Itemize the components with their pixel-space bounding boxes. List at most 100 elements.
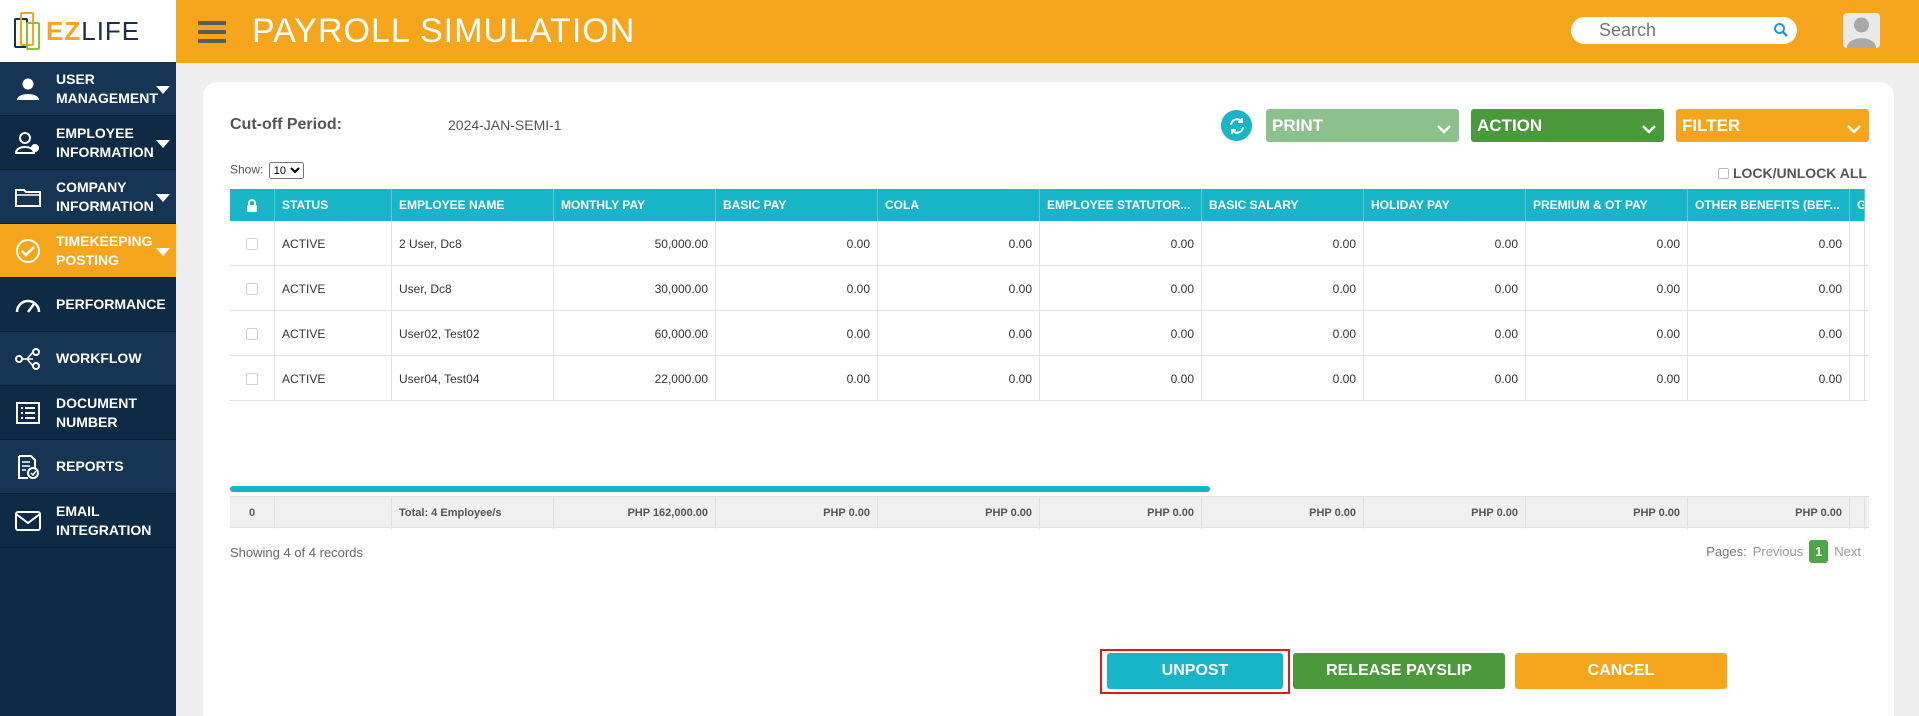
column-header[interactable]: EMPLOYEE STATUTOR...: [1040, 189, 1202, 221]
sidebar-item-company-information[interactable]: COMPANY INFORMATION: [0, 170, 176, 224]
employee-icon: [0, 131, 56, 154]
column-header[interactable]: OTHER BENEFITS (BEF...: [1688, 189, 1850, 221]
footer-total: PHP 0.00: [1526, 497, 1688, 529]
lock-unlock-label: LOCK/UNLOCK ALL: [1732, 165, 1867, 181]
premium-ot-cell: 0.00: [1526, 356, 1688, 401]
footer-total: PHP 0.00: [1688, 497, 1850, 529]
horizontal-scrollbar[interactable]: [230, 486, 1210, 492]
print-dropdown[interactable]: PRINT: [1266, 109, 1459, 142]
print-label: PRINT: [1272, 116, 1323, 135]
employee-name-link[interactable]: 2 User, Dc8: [392, 221, 554, 266]
cancel-button[interactable]: CANCEL: [1515, 653, 1727, 689]
status-link[interactable]: ACTIVE: [275, 356, 392, 401]
lock-unlock-all[interactable]: LOCK/UNLOCK ALL: [1717, 165, 1867, 181]
sidebar-item-employee-information[interactable]: EMPLOYEE INFORMATION: [0, 116, 176, 170]
basic-salary-cell: 0.00: [1202, 356, 1364, 401]
search-icon[interactable]: [1773, 22, 1789, 43]
cola-cell: 0.00: [878, 311, 1040, 356]
sidebar-item-reports[interactable]: REPORTS: [0, 440, 176, 494]
footer-total: PHP 0.00: [1364, 497, 1526, 529]
column-header[interactable]: BASIC PAY: [716, 189, 878, 221]
sidebar: EZLIFE USER MANAGEMENT EMPLOYEE INFORMAT…: [0, 0, 176, 716]
previous-page-link[interactable]: Previous: [1753, 544, 1804, 559]
page-size-select[interactable]: 10: [268, 162, 304, 179]
unpost-button[interactable]: UNPOST: [1107, 653, 1283, 689]
sidebar-item-document-number[interactable]: DOCUMENT NUMBER: [0, 386, 176, 440]
employee-name-link[interactable]: User, Dc8: [392, 266, 554, 311]
next-page-link[interactable]: Next: [1834, 544, 1861, 559]
reports-icon: [0, 454, 56, 479]
sidebar-item-label: REPORTS: [56, 458, 124, 474]
column-header[interactable]: HOLIDAY PAY: [1364, 189, 1526, 221]
holiday-pay-cell: 0.00: [1364, 311, 1526, 356]
other-benefits-cell: 0.00: [1688, 311, 1850, 356]
monthly-pay-cell: 50,000.00: [554, 221, 716, 266]
statutory-cell: 0.00: [1040, 311, 1202, 356]
row-checkbox-cell: [230, 221, 275, 266]
avatar[interactable]: [1843, 13, 1880, 48]
sidebar-item-performance[interactable]: PERFORMANCE: [0, 278, 176, 332]
hamburger-menu-icon[interactable]: [198, 21, 226, 43]
chevron-down-icon: [156, 248, 170, 256]
statutory-cell: 0.00: [1040, 266, 1202, 311]
sidebar-item-email-integration[interactable]: EMAIL INTEGRATION: [0, 494, 176, 548]
column-header[interactable]: G: [1850, 189, 1865, 221]
employee-name-link[interactable]: User04, Test04: [392, 356, 554, 401]
lock-all-checkbox[interactable]: [1717, 167, 1729, 179]
mail-icon: [0, 510, 56, 531]
column-header[interactable]: STATUS: [275, 189, 392, 221]
sidebar-item-timekeeping-posting[interactable]: TIMEKEEPING POSTING: [0, 224, 176, 278]
sidebar-item-user-management[interactable]: USER MANAGEMENT: [0, 62, 176, 116]
footer-total: PHP 0.00: [1040, 497, 1202, 529]
sidebar-item-label: DOCUMENT NUMBER: [56, 394, 137, 430]
page-title: PAYROLL SIMULATION: [252, 12, 636, 50]
cola-cell: 0.00: [878, 221, 1040, 266]
cutoff-period-value: 2024-JAN-SEMI-1: [448, 117, 562, 133]
gauge-icon: [0, 296, 56, 314]
pages-label: Pages:: [1706, 544, 1747, 559]
refresh-button[interactable]: [1221, 110, 1252, 141]
sidebar-item-label: TIMEKEEPING POSTING: [56, 232, 153, 268]
row-checkbox[interactable]: [246, 372, 258, 385]
release-payslip-button[interactable]: RELEASE PAYSLIP: [1293, 653, 1505, 689]
premium-ot-cell: 0.00: [1526, 311, 1688, 356]
status-link[interactable]: ACTIVE: [275, 266, 392, 311]
statutory-cell: 0.00: [1040, 356, 1202, 401]
column-header[interactable]: MONTHLY PAY: [554, 189, 716, 221]
logo[interactable]: EZLIFE: [0, 0, 176, 62]
cola-cell: 0.00: [878, 266, 1040, 311]
filter-dropdown[interactable]: FILTER: [1676, 109, 1869, 142]
search-input[interactable]: [1599, 17, 1779, 44]
basic-pay-cell: 0.00: [716, 356, 878, 401]
sidebar-item-workflow[interactable]: WORKFLOW: [0, 332, 176, 386]
action-dropdown[interactable]: ACTION: [1471, 109, 1664, 142]
footer-overflow: [1850, 497, 1865, 529]
row-checkbox[interactable]: [246, 282, 258, 295]
status-link[interactable]: ACTIVE: [275, 221, 392, 266]
status-link[interactable]: ACTIVE: [275, 311, 392, 356]
page-1-button[interactable]: 1: [1809, 540, 1829, 563]
overflow-cell: [1850, 221, 1865, 266]
cola-cell: 0.00: [878, 356, 1040, 401]
chevron-down-icon: [1847, 119, 1861, 139]
footer-monthly-total: PHP 162,000.00: [554, 497, 716, 529]
column-header[interactable]: BASIC SALARY: [1202, 189, 1364, 221]
row-checkbox[interactable]: [246, 327, 258, 340]
table-row: ACTIVE 2 User, Dc8 50,000.00 0.00 0.00 0…: [230, 221, 1869, 266]
lock-column-header[interactable]: [230, 189, 275, 221]
main-card: Cut-off Period: 2024-JAN-SEMI-1 PRINT AC…: [203, 82, 1894, 716]
sidebar-item-label: WORKFLOW: [56, 350, 142, 366]
row-checkbox[interactable]: [246, 237, 258, 250]
basic-salary-cell: 0.00: [1202, 221, 1364, 266]
basic-pay-cell: 0.00: [716, 311, 878, 356]
pagination: Pages: Previous 1 Next: [1706, 540, 1867, 563]
chevron-down-icon: [156, 194, 170, 202]
other-benefits-cell: 0.00: [1688, 266, 1850, 311]
column-header[interactable]: EMPLOYEE NAME: [392, 189, 554, 221]
monthly-pay-cell: 30,000.00: [554, 266, 716, 311]
column-header[interactable]: PREMIUM & OT PAY: [1526, 189, 1688, 221]
records-summary: Showing 4 of 4 records: [230, 545, 363, 560]
employee-name-link[interactable]: User02, Test02: [392, 311, 554, 356]
workflow-icon: [0, 347, 56, 370]
column-header[interactable]: COLA: [878, 189, 1040, 221]
